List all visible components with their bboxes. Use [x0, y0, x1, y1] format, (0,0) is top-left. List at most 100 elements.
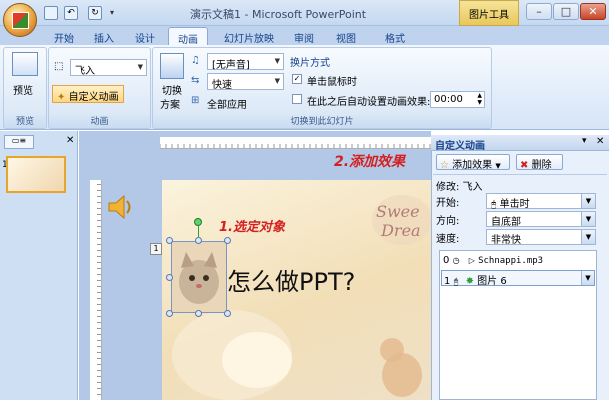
add-effect-button[interactable]: ☆ 添加效果 ▼ — [436, 154, 510, 171]
animation-list-item-selected[interactable]: 1 🖰 ✸ 图片 6 ▼ — [441, 270, 595, 287]
pane-menu-icon[interactable]: ▾ — [582, 136, 587, 146]
auto-advance-label: 在此之后自动设置动画效果: — [307, 97, 431, 108]
item-name: 图片 6 — [477, 276, 507, 287]
item-index: 0 — [443, 255, 450, 266]
transition-sound-value: [无声音] — [212, 60, 250, 71]
mouse-click-icon: 🖰 — [491, 200, 497, 210]
auto-advance-checkbox[interactable] — [292, 94, 302, 104]
custom-animation-label: 自定义动画 — [68, 92, 119, 103]
close-button[interactable]: ✕ — [580, 3, 606, 20]
window-title: 演示文稿1 - Microsoft PowerPoint — [190, 8, 367, 21]
group-preview-label: 预览 — [15, 117, 34, 127]
animation-effect-dropdown[interactable]: 飞入 ▼ — [70, 59, 147, 77]
transition-sound-dropdown[interactable]: [无声音] ▼ — [207, 53, 284, 71]
annotation-step2: 2.添加效果 — [334, 154, 406, 170]
save-icon[interactable] — [44, 6, 58, 20]
tab-animations[interactable]: 动画 — [168, 27, 208, 46]
slide-decorative-script: Swee Drea — [376, 202, 421, 240]
on-click-checkbox[interactable]: ✓ — [292, 74, 302, 84]
selected-picture[interactable] — [171, 241, 227, 313]
delete-label: 删除 — [531, 160, 552, 171]
animation-list-item[interactable]: 0 ◷ ▷ Schnappi.mp3 — [441, 254, 595, 269]
context-tab-picture-tools: 图片工具 — [459, 0, 519, 26]
slides-tab-icon[interactable]: ▭≡ — [4, 135, 34, 149]
transition-speed-value: 快速 — [212, 80, 232, 91]
direction-value: 自底部 — [491, 217, 521, 228]
resize-handle[interactable] — [166, 310, 173, 317]
animation-effect-value: 飞入 — [75, 66, 95, 77]
auto-advance-time-input[interactable]: 00:00 ▲ ▼ — [430, 91, 485, 108]
annotation-step1: 1.选定对象 — [219, 220, 285, 235]
custom-animation-button[interactable]: ✦ 自定义动画 — [52, 85, 124, 103]
rotate-stem — [198, 226, 199, 237]
transition-scheme-label1[interactable]: 切换 — [162, 82, 182, 97]
clock-icon: ◷ — [452, 256, 460, 265]
tab-slideshow[interactable]: 幻灯片放映 — [215, 27, 283, 45]
kitten-image — [172, 242, 226, 312]
on-click-label: 单击鼠标时 — [307, 77, 357, 88]
animation-order-marker[interactable]: 1 — [150, 243, 162, 255]
office-button[interactable] — [3, 3, 37, 37]
preview-icon[interactable] — [12, 52, 38, 76]
divider — [433, 174, 607, 175]
chevron-down-icon: ▼ — [274, 77, 280, 85]
slide-thumbnail[interactable] — [6, 156, 66, 193]
speed-label: 速度: — [436, 234, 460, 245]
rotate-handle[interactable] — [194, 218, 202, 226]
chevron-down-icon: ▼ — [137, 63, 143, 71]
resize-handle[interactable] — [166, 274, 173, 281]
speed-value: 非常快 — [491, 235, 521, 246]
start-dropdown[interactable]: 🖰 单击时 ▼ — [486, 193, 596, 210]
transition-scheme-label2[interactable]: 方案 — [160, 96, 180, 111]
undo-icon[interactable]: ↶ — [64, 6, 78, 20]
chevron-down-icon[interactable]: ▼ — [581, 271, 594, 285]
tab-design[interactable]: 设计 — [126, 27, 164, 45]
add-effect-label: 添加效果 — [452, 160, 493, 171]
panel-close-icon[interactable]: ✕ — [66, 135, 74, 146]
spinner-icon[interactable]: ▲ ▼ — [477, 92, 482, 106]
delete-icon: ✖ — [520, 160, 529, 171]
resize-handle[interactable] — [166, 237, 173, 244]
tab-review[interactable]: 审阅 — [285, 27, 323, 45]
start-label: 开始: — [436, 198, 460, 209]
resize-handle[interactable] — [224, 237, 231, 244]
tab-view[interactable]: 视图 — [327, 27, 365, 45]
minimize-button[interactable]: – — [526, 3, 552, 20]
transition-scheme-icon[interactable] — [160, 53, 184, 79]
chevron-down-icon: ▼ — [581, 230, 595, 244]
transition-speed-dropdown[interactable]: 快速 ▼ — [207, 73, 284, 91]
direction-dropdown[interactable]: 自底部 ▼ — [486, 211, 596, 228]
tab-format[interactable]: 格式 — [376, 27, 414, 45]
tab-home[interactable]: 开始 — [45, 27, 83, 45]
apply-to-all-button[interactable]: 全部应用 — [207, 96, 247, 111]
resize-handle[interactable] — [195, 310, 202, 317]
redo-icon[interactable]: ↻ — [88, 6, 102, 20]
tab-insert[interactable]: 插入 — [85, 27, 123, 45]
chevron-down-icon: ▼ — [495, 162, 501, 170]
horizontal-ruler — [160, 137, 431, 149]
modify-label: 修改: 飞入 — [436, 182, 483, 193]
qat-customize-icon[interactable]: ▾ — [110, 8, 114, 17]
speed-dropdown[interactable]: 非常快 ▼ — [486, 229, 596, 246]
office-logo-icon — [12, 12, 29, 29]
speaker-icon[interactable] — [106, 192, 136, 222]
start-value: 单击时 — [499, 199, 530, 210]
chevron-down-icon: ▼ — [581, 194, 595, 208]
chevron-down-icon: ▼ — [581, 212, 595, 226]
resize-handle[interactable] — [195, 237, 202, 244]
vertical-ruler — [90, 180, 102, 400]
speed-icon: ⇆ — [191, 75, 200, 86]
preview-button[interactable]: 预览 — [13, 82, 33, 97]
chevron-down-icon: ▼ — [274, 57, 280, 65]
item-name: Schnappi.mp3 — [478, 256, 544, 266]
apply-all-icon: ⊞ — [191, 95, 200, 106]
animate-icon: ⬚ — [54, 61, 64, 72]
resize-handle[interactable] — [224, 310, 231, 317]
play-icon: ▷ — [468, 256, 475, 265]
fly-in-effect-icon: ✸ — [465, 276, 474, 287]
sound-icon: ♫ — [191, 55, 200, 66]
maximize-button[interactable]: □ — [553, 3, 579, 20]
slide-main-text[interactable]: 怎么做PPT? — [227, 262, 355, 297]
pane-close-icon[interactable]: ✕ — [596, 136, 604, 147]
delete-effect-button[interactable]: ✖ 删除 — [516, 154, 563, 171]
